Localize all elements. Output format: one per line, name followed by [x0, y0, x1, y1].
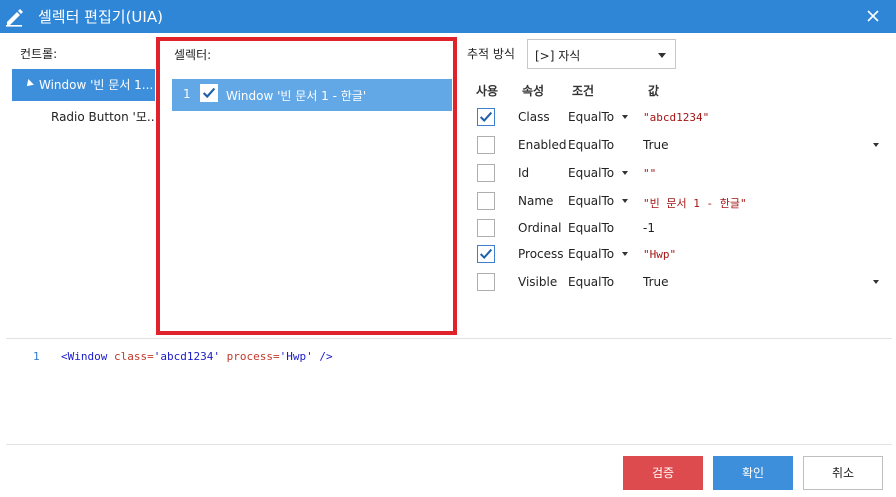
property-row-enabled: Enabled EqualTo True: [476, 135, 896, 161]
property-row-process: Process EqualTo "Hwp": [476, 244, 896, 270]
use-checkbox[interactable]: [477, 219, 495, 237]
cancel-button[interactable]: 취소: [803, 456, 883, 490]
use-checkbox[interactable]: [477, 192, 495, 210]
selector-item-label: Window '빈 문서 1 - 한글': [226, 89, 367, 103]
expand-arrow-icon[interactable]: [24, 79, 34, 89]
selector-label: 셀렉터:: [174, 48, 212, 62]
condition-select[interactable]: EqualTo: [568, 194, 614, 208]
value-field[interactable]: "빈 문서 1 - 한글": [643, 195, 747, 211]
property-row-id: Id EqualTo "": [476, 163, 896, 189]
attribute-name: Id: [518, 166, 530, 180]
use-checkbox[interactable]: [477, 164, 495, 182]
chevron-down-icon: [658, 53, 666, 58]
tree-item-label: Window '빈 문서 1...: [39, 78, 154, 92]
attribute-name: Name: [518, 194, 554, 208]
chevron-down-icon[interactable]: [873, 143, 879, 147]
attribute-name: Enabled: [518, 138, 567, 152]
header-use: 사용: [476, 84, 499, 98]
attribute-name: Ordinal: [518, 221, 562, 235]
footer-divider: [6, 444, 892, 445]
condition-select[interactable]: EqualTo: [568, 275, 614, 289]
chevron-down-icon[interactable]: [622, 115, 628, 119]
tracking-label: 추적 방식: [467, 47, 515, 61]
value-select[interactable]: True: [643, 138, 669, 152]
selector-item[interactable]: 1 Window '빈 문서 1 - 한글': [172, 79, 452, 111]
attribute-name: Class: [518, 110, 550, 124]
title-bar: 셀렉터 편집기(UIA): [0, 0, 896, 33]
header-value: 값: [648, 84, 660, 98]
condition-select[interactable]: EqualTo: [568, 166, 614, 180]
close-icon[interactable]: [864, 7, 882, 25]
value-select[interactable]: True: [643, 275, 669, 289]
use-checkbox[interactable]: [477, 245, 495, 263]
code-editor[interactable]: <Window class='abcd1234' process='Hwp' /…: [61, 350, 333, 363]
check-icon: [479, 248, 493, 259]
chevron-down-icon[interactable]: [873, 280, 879, 284]
header-attribute: 속성: [522, 84, 545, 98]
check-icon: [202, 87, 216, 99]
condition-select[interactable]: EqualTo: [568, 221, 614, 235]
value-field[interactable]: -1: [643, 221, 655, 235]
attribute-name: Visible: [518, 275, 558, 289]
tree-item-window[interactable]: Window '빈 문서 1...: [12, 69, 155, 101]
selector-item-index: 1: [183, 87, 191, 101]
header-condition: 조건: [572, 84, 595, 98]
code-value-process: 'Hwp': [279, 350, 313, 363]
tracking-value: [>] 자식: [535, 49, 581, 63]
chevron-down-icon[interactable]: [622, 199, 628, 203]
use-checkbox[interactable]: [477, 108, 495, 126]
value-field[interactable]: "Hwp": [643, 248, 676, 261]
divider: [6, 338, 892, 339]
selector-panel: 셀렉터: 1 Window '빈 문서 1 - 한글': [156, 37, 457, 335]
validate-button[interactable]: 검증: [623, 456, 703, 490]
selector-item-checkbox[interactable]: [200, 84, 218, 102]
property-row-ordinal: Ordinal EqualTo -1: [476, 218, 896, 244]
code-tag-open: <Window: [61, 350, 114, 363]
code-attr-class: class=: [113, 350, 154, 363]
check-icon: [479, 111, 493, 122]
property-row-class: Class EqualTo "abcd1234": [476, 107, 896, 133]
property-row-name: Name EqualTo "빈 문서 1 - 한글": [476, 191, 896, 217]
condition-select[interactable]: EqualTo: [568, 138, 614, 152]
value-field[interactable]: "": [643, 167, 656, 180]
controls-tree: Window '빈 문서 1... Radio Button '모...: [12, 69, 155, 133]
tracking-dropdown[interactable]: [>] 자식: [527, 39, 676, 69]
code-line-number: 1: [33, 350, 40, 363]
property-row-visible: Visible EqualTo True: [476, 272, 896, 298]
pencil-icon: [6, 9, 23, 27]
attribute-name: Process: [518, 247, 564, 261]
chevron-down-icon[interactable]: [622, 171, 628, 175]
value-field[interactable]: "abcd1234": [643, 111, 709, 124]
code-value-class: 'abcd1234': [153, 350, 220, 363]
condition-select[interactable]: EqualTo: [568, 110, 614, 124]
window-title: 셀렉터 편집기(UIA): [38, 8, 163, 26]
tree-item-label: Radio Button '모...: [51, 110, 155, 124]
code-attr-process: process=: [219, 350, 280, 363]
code-tag-close: />: [312, 350, 333, 363]
condition-select[interactable]: EqualTo: [568, 247, 614, 261]
use-checkbox[interactable]: [477, 273, 495, 291]
ok-button[interactable]: 확인: [713, 456, 793, 490]
chevron-down-icon[interactable]: [622, 252, 628, 256]
controls-label: 컨트롤:: [20, 47, 58, 61]
tree-item-radio-button[interactable]: Radio Button '모...: [12, 101, 155, 133]
use-checkbox[interactable]: [477, 136, 495, 154]
